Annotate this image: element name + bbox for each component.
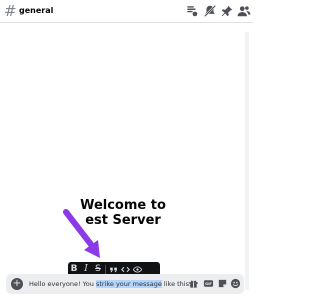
- scrollbar[interactable]: [245, 32, 249, 290]
- message-composer[interactable]: + Hello everyone! You strike your messag…: [6, 274, 244, 294]
- toolbar-divider: [105, 265, 106, 274]
- quote-icon: [109, 267, 117, 273]
- message-text-end: like this.: [161, 280, 192, 288]
- threads-icon[interactable]: [185, 4, 199, 18]
- gif-icon[interactable]: GIF: [203, 278, 214, 289]
- spoiler-icon: [132, 266, 142, 273]
- hashtag-icon: #: [4, 2, 17, 20]
- welcome-title: Welcome to: [80, 198, 166, 213]
- svg-text:GIF: GIF: [205, 282, 212, 286]
- upload-plus-icon[interactable]: +: [11, 278, 23, 290]
- welcome-server-name: est Server: [85, 213, 161, 228]
- emoji-icon[interactable]: [230, 278, 241, 289]
- pin-icon[interactable]: [220, 4, 234, 18]
- sticker-icon[interactable]: [217, 278, 228, 289]
- message-input[interactable]: Hello everyone! You strike your message …: [29, 280, 191, 288]
- channel-name: general: [19, 6, 54, 15]
- message-text: Hello everyone! You: [29, 280, 96, 288]
- bell-muted-icon[interactable]: [203, 4, 217, 18]
- gift-icon[interactable]: [188, 278, 199, 289]
- chat-area: [0, 24, 253, 300]
- members-icon[interactable]: [237, 4, 251, 18]
- selected-text: strike your message: [95, 280, 162, 288]
- code-icon: [120, 266, 130, 273]
- channel-header: # general: [0, 0, 253, 23]
